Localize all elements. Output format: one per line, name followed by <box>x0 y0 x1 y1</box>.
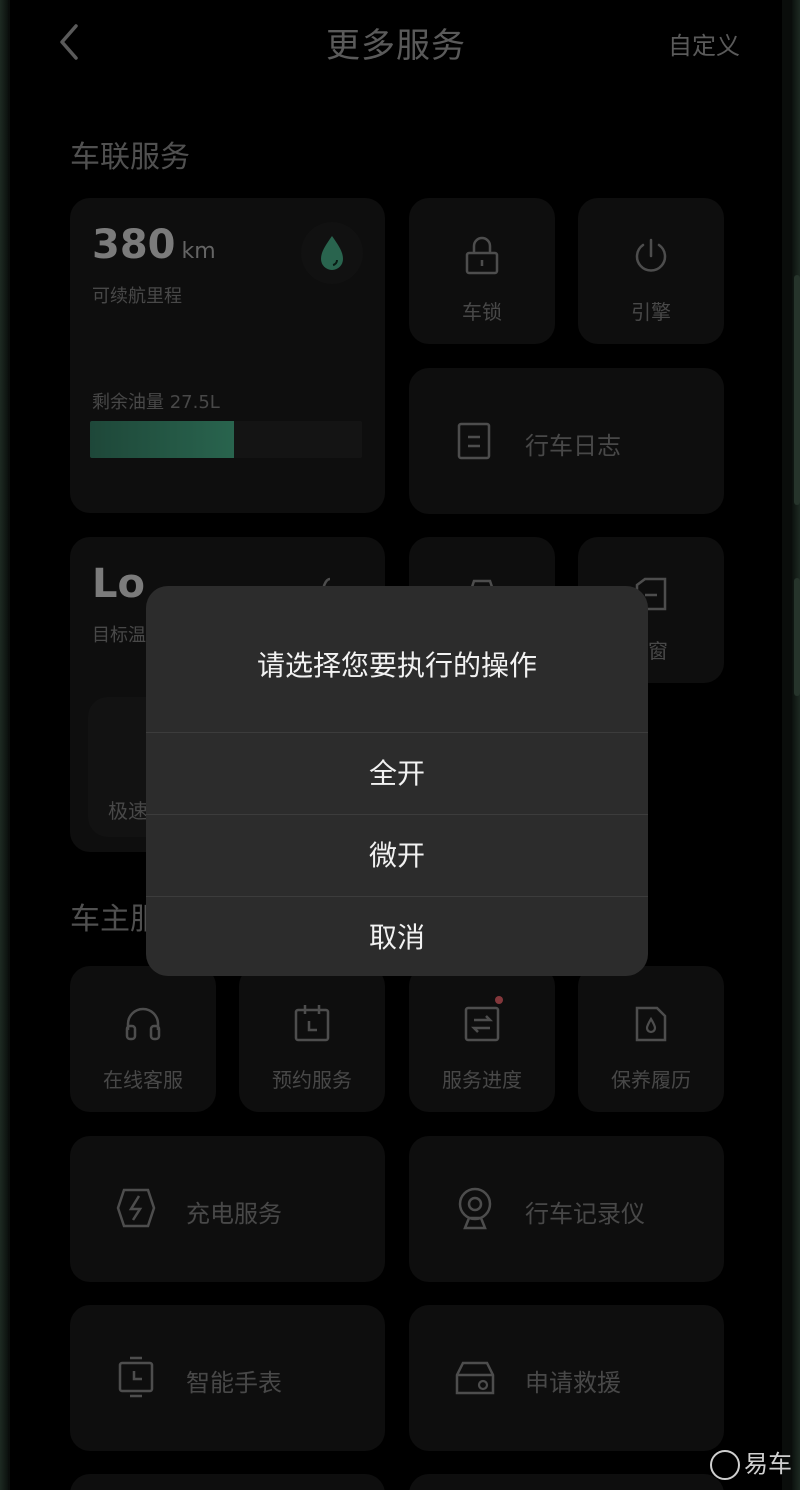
volume-button <box>794 275 800 505</box>
power-button <box>794 578 800 696</box>
phone-frame: 更多服务 自定义 车联服务 380 km 可续航里程 剩余油量 27.5L 车锁… <box>0 0 800 1490</box>
option-open-fully-button[interactable]: 全开 <box>146 732 648 815</box>
cancel-button[interactable]: 取消 <box>146 896 648 976</box>
phone-edge-right <box>792 0 800 1490</box>
app-screen: 更多服务 自定义 车联服务 380 km 可续航里程 剩余油量 27.5L 车锁… <box>10 0 782 1490</box>
option-open-slightly-button[interactable]: 微开 <box>146 814 648 897</box>
phone-edge-left <box>0 0 8 1490</box>
action-sheet-dialog: 请选择您要执行的操作 全开 微开 取消 <box>146 586 648 976</box>
watermark: 易车 <box>710 1444 792 1480</box>
dialog-title: 请选择您要执行的操作 <box>256 649 537 682</box>
watermark-logo-icon <box>710 1450 740 1480</box>
